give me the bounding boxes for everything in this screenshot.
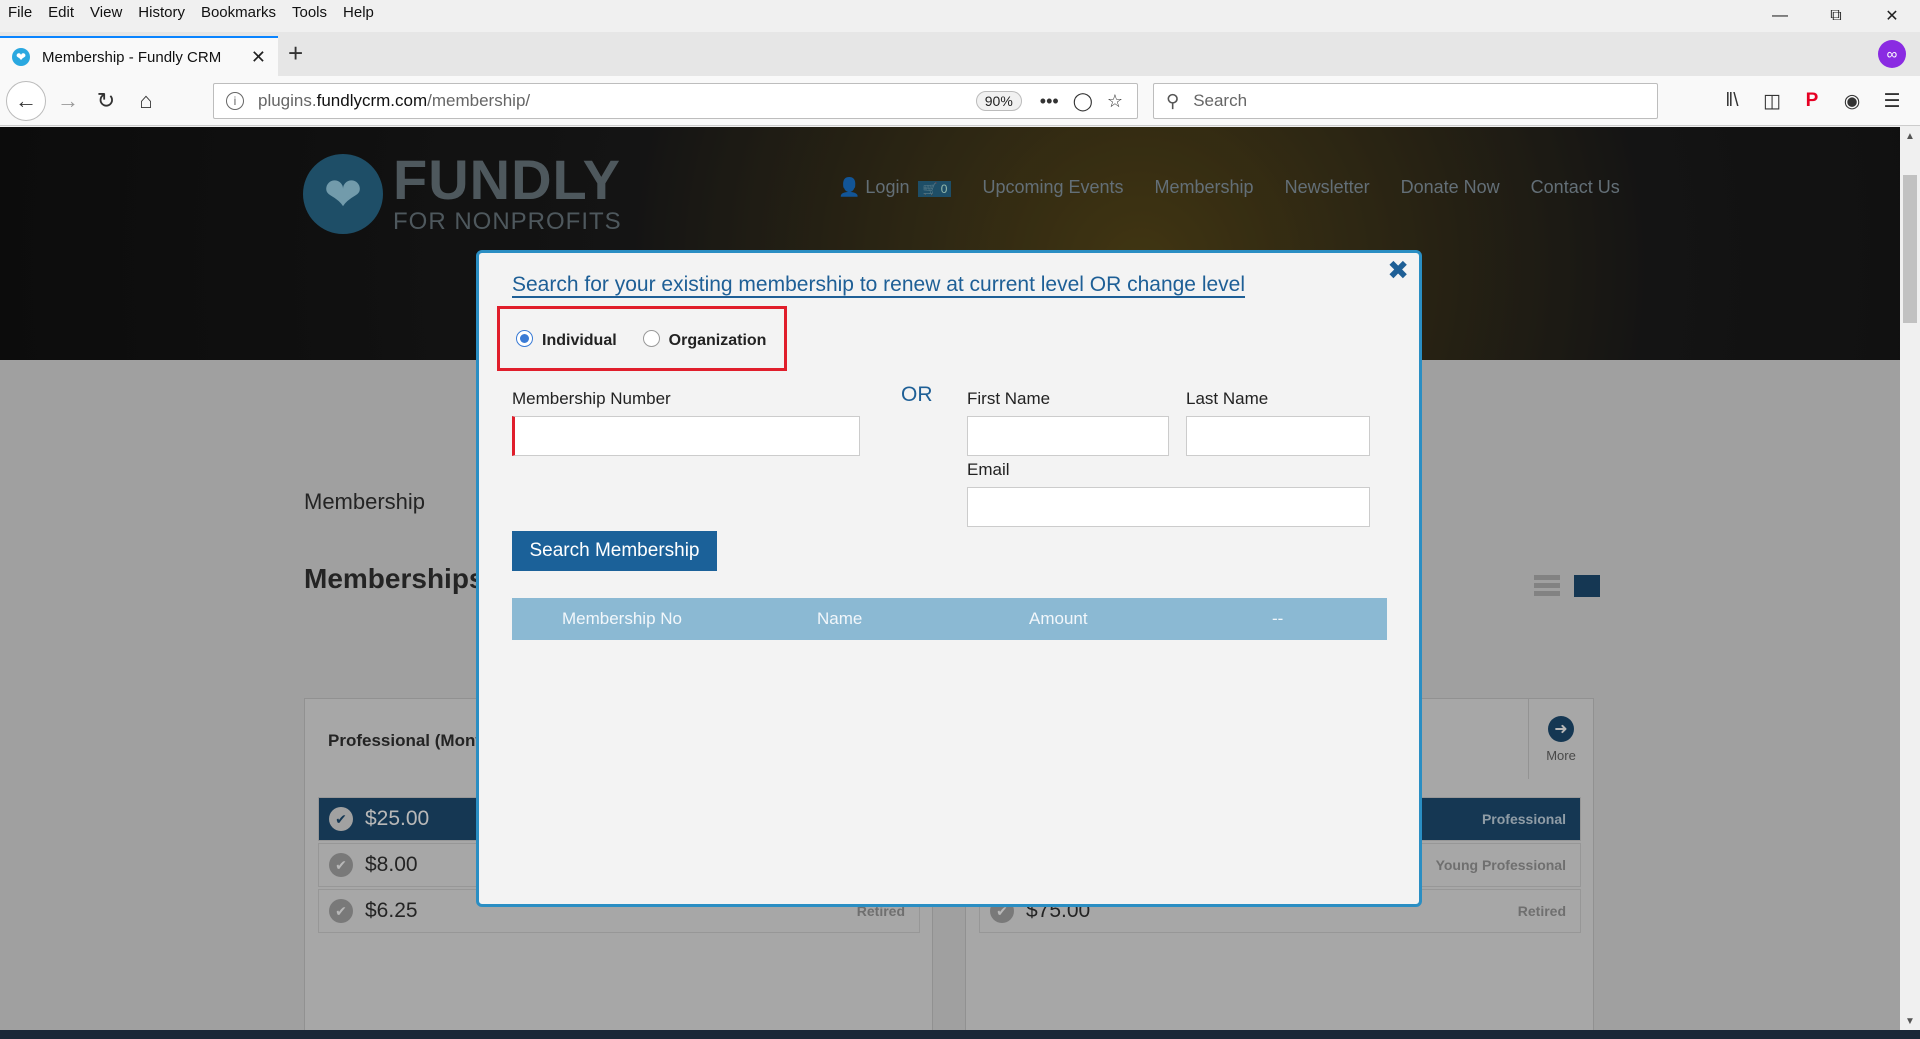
page-viewport: ❤ FUNDLY FOR NONPROFITS 👤 Login 🛒 0 Upco… <box>0 127 1900 1030</box>
pinterest-icon[interactable]: P <box>1792 83 1832 119</box>
url-path: /membership/ <box>427 91 531 110</box>
menu-bar: File Edit View History Bookmarks Tools H… <box>0 0 1920 25</box>
radio-organization[interactable]: Organization <box>642 328 767 350</box>
tab-bar: ❤ Membership - Fundly CRM ✕ + ∞ <box>0 32 1920 76</box>
membership-type-radio-group: Individual Organization <box>497 306 787 371</box>
private-browsing-icon: ∞ <box>1878 40 1906 68</box>
hamburger-menu-icon[interactable]: ☰ <box>1872 83 1912 119</box>
col-actions: -- <box>1272 609 1284 628</box>
zoom-level-badge[interactable]: 90% <box>975 91 1022 111</box>
sidebar-icon[interactable]: ◫ <box>1752 83 1792 119</box>
menu-help[interactable]: Help <box>343 4 374 21</box>
close-icon[interactable]: ✖ <box>1387 255 1409 286</box>
bookmark-star-icon[interactable]: ☆ <box>1107 91 1123 112</box>
reload-button[interactable]: ↻ <box>88 83 124 119</box>
library-icon[interactable]: ‖\ <box>1712 83 1752 119</box>
tab-title: Membership - Fundly CRM <box>42 48 222 66</box>
os-taskbar <box>0 1030 1920 1039</box>
close-tab-icon[interactable]: ✕ <box>251 47 266 68</box>
new-tab-button[interactable]: + <box>288 38 303 69</box>
restore-button[interactable]: ⧉ <box>1808 0 1864 32</box>
home-button[interactable]: ⌂ <box>128 83 164 119</box>
menu-bookmarks[interactable]: Bookmarks <box>201 4 276 21</box>
minimize-button[interactable]: — <box>1752 0 1808 32</box>
site-info-icon[interactable]: i <box>226 92 244 110</box>
radio-individual-label: Individual <box>542 331 617 349</box>
radio-individual-dot[interactable] <box>516 330 533 347</box>
page-actions-icon[interactable]: ••• <box>1040 91 1059 112</box>
radio-individual[interactable]: Individual <box>516 328 617 350</box>
pocket-icon[interactable]: ◯ <box>1073 91 1093 112</box>
page-scrollbar[interactable]: ▲ ▼ <box>1900 127 1920 1030</box>
col-name: Name <box>817 609 863 628</box>
first-name-input[interactable] <box>967 416 1169 456</box>
forward-button[interactable]: → <box>50 83 86 119</box>
or-label: OR <box>901 383 933 406</box>
radio-organization-dot[interactable] <box>642 330 660 347</box>
scroll-down-icon[interactable]: ▼ <box>1900 1012 1920 1030</box>
membership-number-label: Membership Number <box>512 389 671 408</box>
tab-membership[interactable]: ❤ Membership - Fundly CRM ✕ <box>0 36 278 76</box>
window-controls: — ⧉ ✕ <box>1752 0 1920 32</box>
menu-file[interactable]: File <box>8 4 32 21</box>
url-bar[interactable]: i plugins.fundlycrm.com/membership/ 90% … <box>213 83 1138 119</box>
membership-number-input[interactable] <box>512 416 860 456</box>
menu-edit[interactable]: Edit <box>48 4 74 21</box>
menu-view[interactable]: View <box>90 4 122 21</box>
first-name-label: First Name <box>967 389 1051 408</box>
toolbar-icons: ‖\ ◫ P ◉ ☰ <box>1712 83 1912 119</box>
modal-title[interactable]: Search for your existing membership to r… <box>512 273 1245 297</box>
email-input[interactable] <box>967 487 1370 527</box>
email-label: Email <box>967 460 1010 479</box>
search-placeholder: Search <box>1193 91 1248 110</box>
search-bar[interactable]: ⚲ Search <box>1153 83 1658 119</box>
results-table-header: Membership No Name Amount -- <box>512 598 1387 640</box>
scroll-thumb[interactable] <box>1903 175 1917 323</box>
menu-tools[interactable]: Tools <box>292 4 327 21</box>
url-prefix: plugins. <box>258 91 317 110</box>
close-window-button[interactable]: ✕ <box>1864 0 1920 32</box>
url-host: fundlycrm.com <box>316 91 428 110</box>
search-membership-button[interactable]: Search Membership <box>512 531 717 571</box>
col-amount: Amount <box>1029 609 1088 628</box>
fundly-favicon-icon: ❤ <box>12 48 30 66</box>
col-membership-no: Membership No <box>562 609 682 628</box>
scroll-up-icon[interactable]: ▲ <box>1900 127 1920 145</box>
radio-organization-label: Organization <box>668 331 767 349</box>
navigation-toolbar: ← → ↻ ⌂ i plugins.fundlycrm.com/membersh… <box>0 76 1920 126</box>
search-icon: ⚲ <box>1166 90 1180 111</box>
last-name-label: Last Name <box>1186 389 1269 408</box>
url-text[interactable]: plugins.fundlycrm.com/membership/ <box>258 91 976 111</box>
back-button[interactable]: ← <box>6 81 46 121</box>
last-name-input[interactable] <box>1186 416 1370 456</box>
membership-search-modal: ✖ Search for your existing membership to… <box>476 250 1422 907</box>
menu-history[interactable]: History <box>138 4 185 21</box>
account-icon[interactable]: ◉ <box>1832 83 1872 119</box>
